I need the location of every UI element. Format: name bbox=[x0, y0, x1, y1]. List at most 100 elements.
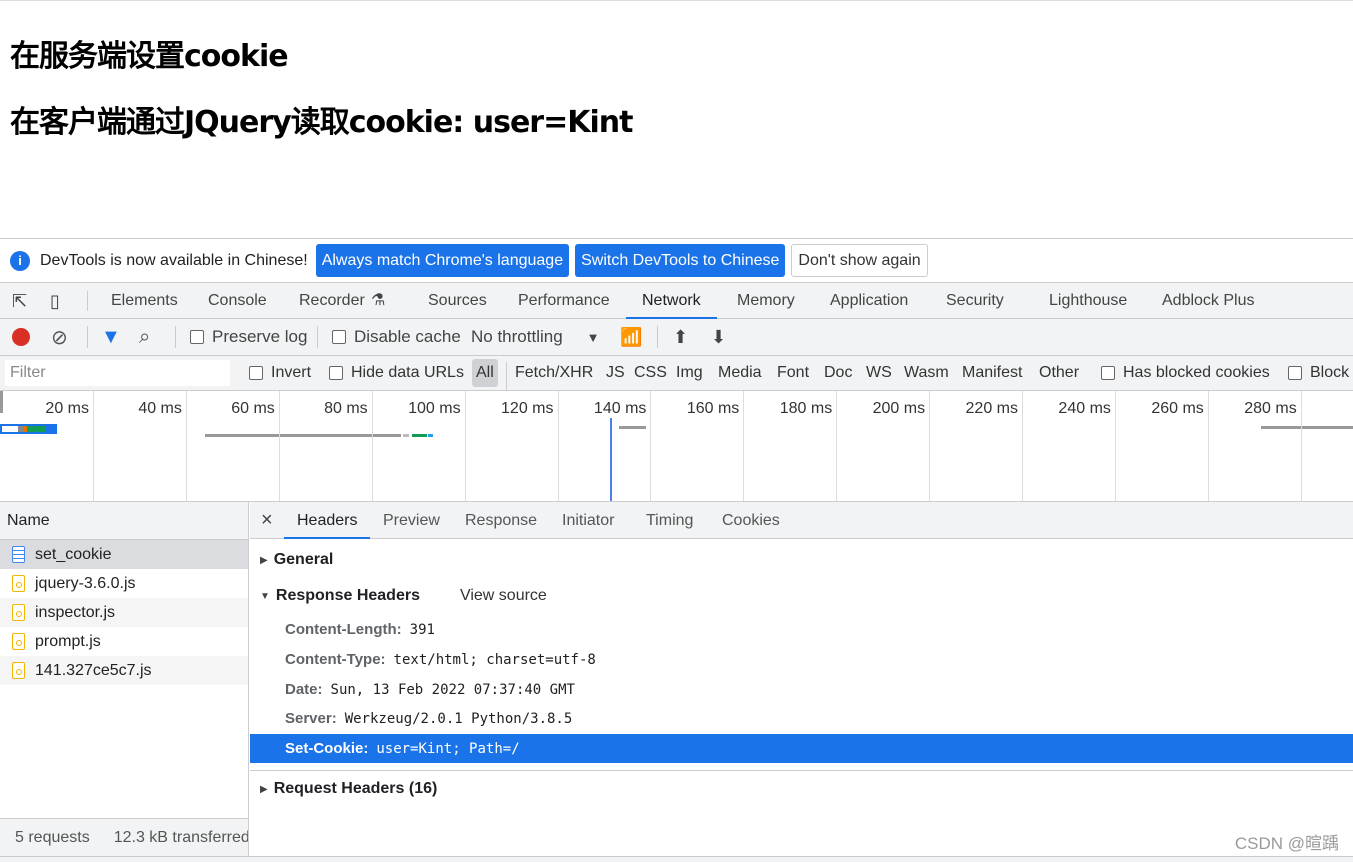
timeline-tick-label: 60 ms bbox=[231, 400, 275, 417]
always-match-language-button[interactable]: Always match Chrome's language bbox=[315, 244, 570, 277]
tab-network[interactable]: Network bbox=[626, 283, 717, 319]
header-row[interactable]: Server: Werkzeug/2.0.1 Python/3.8.5 bbox=[250, 704, 1353, 733]
request-details: × Headers Preview Response Initiator Tim… bbox=[250, 502, 1353, 856]
preserve-log-checkbox[interactable]: Preserve log bbox=[190, 319, 307, 355]
tab-recorder[interactable]: Recorder bbox=[299, 283, 365, 319]
tab-console[interactable]: Console bbox=[208, 283, 267, 319]
tab-adblock-plus[interactable]: Adblock Plus bbox=[1162, 283, 1255, 319]
filter-type-ws[interactable]: WS bbox=[866, 356, 892, 390]
filter-type-img[interactable]: Img bbox=[676, 356, 703, 390]
timeline-tick-label: 240 ms bbox=[1058, 400, 1111, 417]
timeline-tick-label: 120 ms bbox=[501, 400, 554, 417]
tab-lighthouse[interactable]: Lighthouse bbox=[1049, 283, 1127, 319]
expand-right-icon: ▶ bbox=[260, 554, 268, 566]
tab-response[interactable]: Response bbox=[465, 502, 537, 539]
filter-type-font[interactable]: Font bbox=[777, 356, 809, 390]
timeline-tick-label: 200 ms bbox=[872, 400, 926, 417]
request-count: 5 requests bbox=[15, 828, 90, 846]
tab-sources[interactable]: Sources bbox=[428, 283, 487, 319]
header-row-set-cookie[interactable]: Set-Cookie: user=Kint; Path=/ bbox=[250, 734, 1353, 763]
filter-type-media[interactable]: Media bbox=[718, 356, 762, 390]
timeline-gridline bbox=[929, 391, 931, 501]
tab-application[interactable]: Application bbox=[830, 283, 908, 319]
timeline-gridline bbox=[557, 391, 559, 501]
request-row[interactable]: set_cookie bbox=[0, 540, 248, 569]
script-icon bbox=[12, 633, 25, 650]
tab-timing[interactable]: Timing bbox=[646, 502, 693, 539]
timeline-gridline bbox=[464, 391, 466, 501]
export-har-icon[interactable]: ⬇ bbox=[711, 319, 726, 355]
timeline-tick-label: 180 ms bbox=[779, 400, 833, 417]
filter-type-css[interactable]: CSS bbox=[634, 356, 667, 390]
filter-bar: Filter Invert Hide data URLs All Fetch/X… bbox=[0, 356, 1353, 396]
divider bbox=[87, 326, 88, 348]
request-row[interactable]: 141.327ce5c7.js bbox=[0, 656, 248, 685]
throttling-select[interactable]: No throttling ▼ bbox=[471, 319, 600, 355]
script-icon bbox=[12, 662, 25, 679]
tab-initiator[interactable]: Initiator bbox=[562, 502, 614, 539]
tab-security[interactable]: Security bbox=[946, 283, 1004, 319]
request-row[interactable]: prompt.js bbox=[0, 627, 248, 656]
info-icon: i bbox=[10, 250, 30, 271]
tab-elements[interactable]: Elements bbox=[111, 283, 178, 319]
timeline-gridline bbox=[1114, 391, 1116, 501]
import-har-icon[interactable]: ⬆ bbox=[673, 319, 688, 355]
network-conditions-icon[interactable]: 📶 bbox=[620, 319, 642, 355]
filter-input[interactable]: Filter bbox=[5, 360, 230, 386]
disable-cache-checkbox[interactable]: Disable cache bbox=[332, 319, 461, 355]
filter-type-fetch-xhr[interactable]: Fetch/XHR bbox=[515, 356, 593, 390]
header-row[interactable]: Content-Type: text/html; charset=utf-8 bbox=[250, 645, 1353, 674]
dropdown-arrow-icon: ▼ bbox=[586, 329, 600, 345]
tab-headers[interactable]: Headers bbox=[284, 502, 371, 539]
tab-cookies[interactable]: Cookies bbox=[722, 502, 780, 539]
divider bbox=[657, 326, 658, 348]
header-row[interactable]: Date: Sun, 13 Feb 2022 07:37:40 GMT bbox=[250, 675, 1353, 704]
invert-checkbox[interactable]: Invert bbox=[249, 356, 311, 390]
network-overview-timeline[interactable]: 20 ms 40 ms 60 ms 80 ms 100 ms 120 ms 140 ms 16… bbox=[0, 391, 1353, 502]
view-source-link[interactable]: View source bbox=[460, 587, 547, 605]
timeline-gridline bbox=[743, 391, 745, 501]
flask-icon: ⚗ bbox=[371, 292, 386, 309]
heading-server: 在服务端设置cookie bbox=[10, 39, 289, 74]
timeline-gridline bbox=[371, 391, 373, 501]
script-icon bbox=[12, 575, 25, 592]
request-row[interactable]: jquery-3.6.0.js bbox=[0, 569, 248, 598]
has-blocked-cookies-checkbox[interactable]: Has blocked cookies bbox=[1101, 356, 1270, 390]
request-row[interactable]: inspector.js bbox=[0, 598, 248, 627]
timeline-gridline bbox=[278, 391, 280, 501]
timeline-tick-label: 280 ms bbox=[1244, 400, 1297, 417]
dom-content-loaded-marker bbox=[610, 418, 612, 501]
clear-icon[interactable]: ⊘ bbox=[51, 319, 68, 355]
switch-to-chinese-button[interactable]: Switch DevTools to Chinese bbox=[575, 244, 786, 277]
tab-memory[interactable]: Memory bbox=[737, 283, 795, 319]
general-section-toggle[interactable]: ▶ General bbox=[260, 551, 333, 569]
filter-type-all[interactable]: All bbox=[472, 359, 498, 387]
search-icon[interactable]: ⌕ bbox=[139, 319, 150, 355]
filter-type-other[interactable]: Other bbox=[1039, 356, 1079, 390]
tab-performance[interactable]: Performance bbox=[518, 283, 610, 319]
filter-type-manifest[interactable]: Manifest bbox=[962, 356, 1022, 390]
header-row[interactable]: Content-Length: 391 bbox=[250, 615, 1353, 644]
filter-type-doc[interactable]: Doc bbox=[824, 356, 852, 390]
timeline-tick-label: 20 ms bbox=[45, 400, 89, 417]
close-icon[interactable]: × bbox=[261, 502, 273, 539]
request-headers-section-toggle[interactable]: ▶ Request Headers (16) bbox=[260, 780, 437, 798]
timeline-gridline bbox=[1207, 391, 1209, 501]
dont-show-again-button[interactable]: Don't show again bbox=[791, 244, 928, 277]
blocked-requests-checkbox[interactable]: Block bbox=[1288, 356, 1349, 390]
name-column-header[interactable]: Name bbox=[0, 502, 248, 540]
network-toolbar: ⊘ ▼ ⌕ Preserve log Disable cache No thro… bbox=[0, 319, 1353, 356]
timeline-tick-label: 100 ms bbox=[408, 400, 461, 417]
tab-preview[interactable]: Preview bbox=[383, 502, 440, 539]
inspect-element-icon[interactable]: ⇱ bbox=[12, 283, 27, 319]
timeline-gridline bbox=[1022, 391, 1023, 501]
document-icon bbox=[12, 546, 25, 563]
response-headers-section-toggle[interactable]: ▼ Response Headers View source bbox=[260, 587, 547, 605]
filter-type-wasm[interactable]: Wasm bbox=[904, 356, 949, 390]
record-button[interactable] bbox=[12, 319, 30, 355]
filter-icon[interactable]: ▼ bbox=[101, 319, 121, 355]
request-list: Name set_cookie jquery-3.6.0.js inspecto… bbox=[0, 502, 249, 856]
device-toolbar-icon[interactable]: ▯ bbox=[50, 283, 60, 319]
hide-data-urls-checkbox[interactable]: Hide data URLs bbox=[329, 356, 464, 390]
filter-type-js[interactable]: JS bbox=[606, 356, 625, 390]
